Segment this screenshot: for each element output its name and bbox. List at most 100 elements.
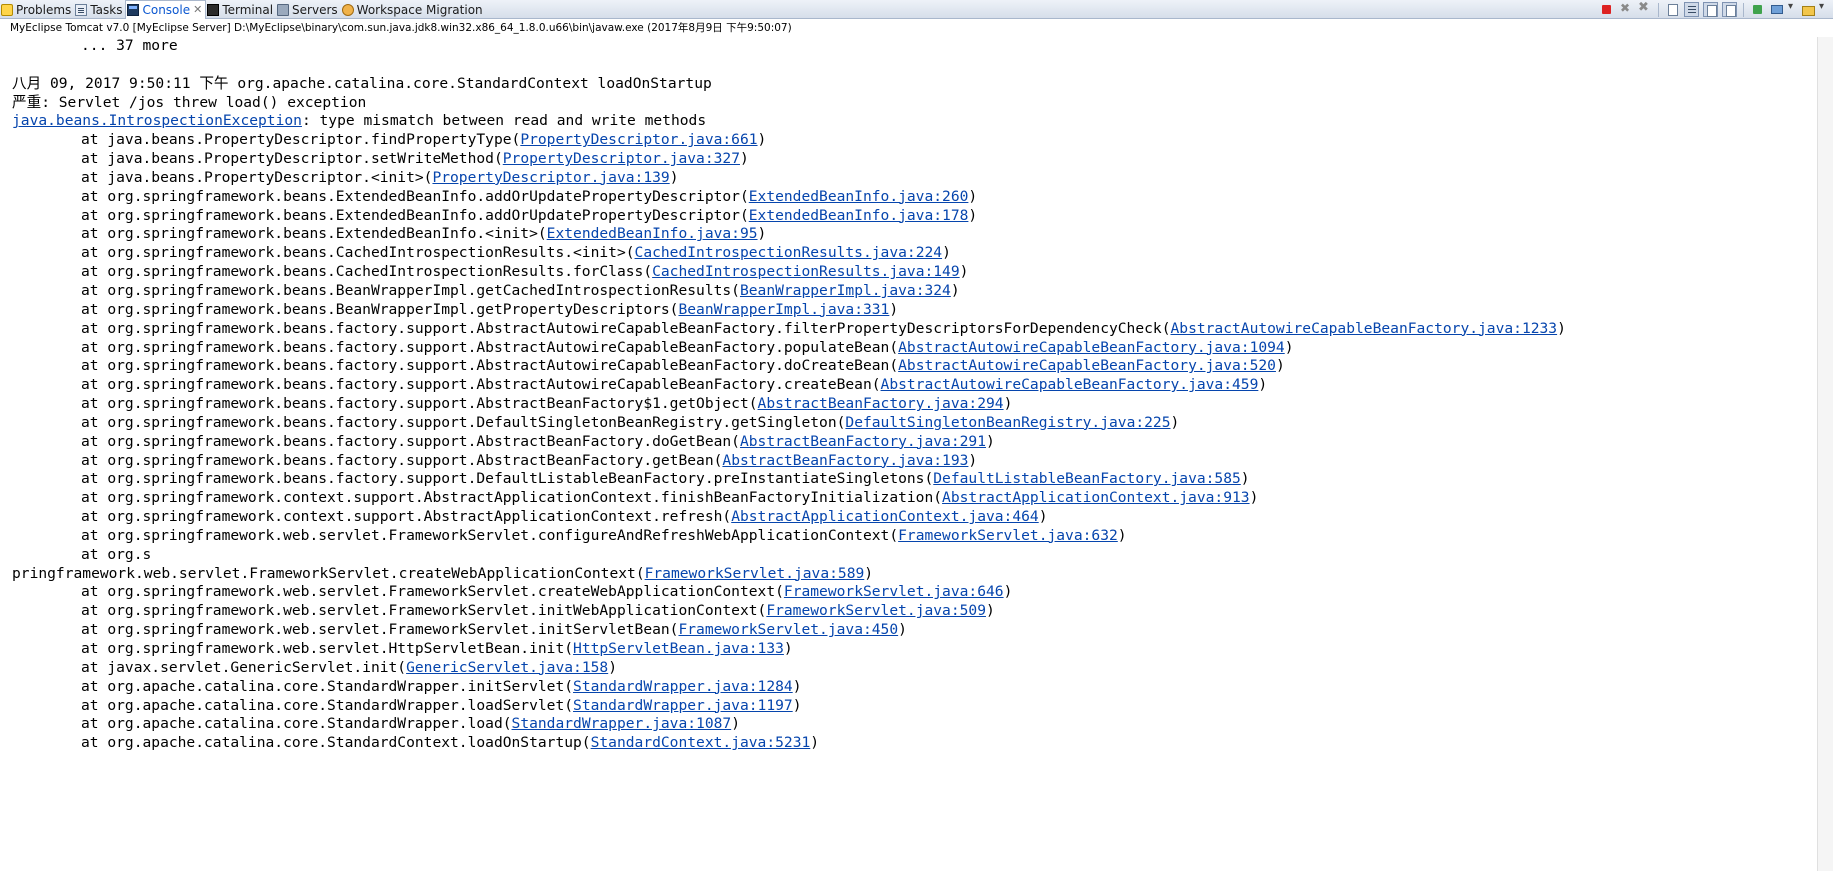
line-text: at java.beans.PropertyDescriptor.<init>( <box>81 168 433 186</box>
line-text: at org.apache.catalina.core.StandardWrap… <box>81 715 512 733</box>
line-text: at org.springframework.beans.CachedIntro… <box>81 263 653 281</box>
line-text: at org.springframework.beans.factory.sup… <box>81 451 723 469</box>
console-toolbar <box>1599 0 1827 18</box>
open-console-icon[interactable] <box>1800 2 1815 17</box>
line-text: at org.springframework.beans.factory.sup… <box>81 470 934 488</box>
source-link[interactable]: AbstractAutowireCapableBeanFactory.java:… <box>898 339 1285 356</box>
console-line: 八月 09, 2017 9:50:11 下午 org.apache.catali… <box>12 75 1827 94</box>
tab-servers[interactable]: Servers <box>276 0 341 19</box>
show-console-on-stderr-icon[interactable] <box>1722 2 1737 17</box>
line-tail: : type mismatch between read and write m… <box>301 112 707 130</box>
source-link[interactable]: DefaultSingletonBeanRegistry.java:225 <box>845 414 1170 431</box>
line-tail: ) <box>889 300 899 318</box>
tab-terminal[interactable]: Terminal <box>206 0 276 19</box>
line-tail: ) <box>1557 319 1566 337</box>
line-tail: ) <box>757 225 767 243</box>
line-tail: ) <box>1170 413 1180 431</box>
source-link[interactable]: AbstractBeanFactory.java:291 <box>740 433 986 450</box>
line-text: at java.beans.PropertyDescriptor.setWrit… <box>81 150 503 168</box>
stack-frame-line: at org.springframework.beans.ExtendedBea… <box>12 225 1827 244</box>
source-link[interactable]: PropertyDescriptor.java:139 <box>432 169 669 186</box>
view-tab-bar: Problems Tasks Console ✕ Terminal Server… <box>0 0 1833 19</box>
stack-frame-line: at org.s <box>12 546 1827 565</box>
line-tail: ) <box>985 432 995 450</box>
source-link[interactable]: CachedIntrospectionResults.java:149 <box>652 263 960 280</box>
source-link[interactable]: FrameworkServlet.java:450 <box>678 621 898 638</box>
source-link[interactable]: java.beans.IntrospectionException <box>12 112 302 129</box>
line-text: at org.springframework.beans.CachedIntro… <box>81 244 635 262</box>
source-link[interactable]: AbstractApplicationContext.java:464 <box>731 508 1039 525</box>
source-link[interactable]: AbstractAutowireCapableBeanFactory.java:… <box>1171 320 1558 337</box>
source-link[interactable]: AbstractBeanFactory.java:193 <box>722 452 968 469</box>
stack-frame-line: at org.springframework.beans.factory.sup… <box>12 339 1827 358</box>
migration-icon <box>341 3 354 16</box>
line-text: at org.springframework.beans.factory.sup… <box>81 357 899 375</box>
remove-all-terminated-icon[interactable] <box>1637 0 1652 17</box>
chevron-down-icon[interactable] <box>1788 1 1796 17</box>
source-link[interactable]: PropertyDescriptor.java:327 <box>503 150 740 167</box>
source-link[interactable]: DefaultListableBeanFactory.java:585 <box>933 470 1241 487</box>
source-link[interactable]: AbstractAutowireCapableBeanFactory.java:… <box>898 357 1276 374</box>
source-link[interactable]: HttpServletBean.java:133 <box>573 640 784 657</box>
clear-console-icon[interactable] <box>1665 2 1680 17</box>
line-text: at org.springframework.web.servlet.Frame… <box>81 526 899 544</box>
console-output[interactable]: ... 37 more 八月 09, 2017 9:50:11 下午 org.ap… <box>12 37 1827 871</box>
source-link[interactable]: CachedIntrospectionResults.java:224 <box>635 244 943 261</box>
terminal-icon <box>207 3 220 16</box>
remove-launch-icon[interactable] <box>1618 1 1633 17</box>
source-link[interactable]: StandardContext.java:5231 <box>591 734 811 751</box>
scroll-lock-icon[interactable] <box>1684 2 1699 17</box>
stack-frame-line: pringframework.web.servlet.FrameworkServ… <box>12 565 1827 584</box>
line-tail: ) <box>968 206 978 224</box>
source-link[interactable]: StandardWrapper.java:1087 <box>512 715 732 732</box>
stack-frame-line: at org.springframework.web.servlet.Frame… <box>12 602 1827 621</box>
tab-problems[interactable]: Problems <box>0 0 74 19</box>
source-link[interactable]: BeanWrapperImpl.java:324 <box>740 282 951 299</box>
source-link[interactable]: FrameworkServlet.java:589 <box>645 565 865 582</box>
tab-console[interactable]: Console ✕ <box>125 0 207 19</box>
tab-workspace-migration[interactable]: Workspace Migration <box>341 0 486 19</box>
line-tail: ) <box>950 281 960 299</box>
source-link[interactable]: GenericServlet.java:158 <box>406 659 608 676</box>
source-link[interactable]: AbstractAutowireCapableBeanFactory.java:… <box>881 376 1259 393</box>
console-line: java.beans.IntrospectionException: type … <box>12 112 1827 131</box>
line-tail: ) <box>792 677 802 695</box>
source-link[interactable]: PropertyDescriptor.java:661 <box>520 131 757 148</box>
pin-console-icon[interactable] <box>1750 2 1765 17</box>
source-link[interactable]: FrameworkServlet.java:632 <box>898 527 1118 544</box>
source-link[interactable]: AbstractBeanFactory.java:294 <box>758 395 1004 412</box>
line-text: at org.springframework.web.servlet.Frame… <box>81 602 767 620</box>
line-tail: ) <box>731 715 740 733</box>
tab-tasks[interactable]: Tasks <box>74 0 125 19</box>
source-link[interactable]: ExtendedBeanInfo.java:178 <box>749 207 969 224</box>
source-link[interactable]: StandardWrapper.java:1197 <box>573 697 793 714</box>
source-link[interactable]: BeanWrapperImpl.java:331 <box>678 301 889 318</box>
stack-frame-line: at java.beans.PropertyDescriptor.<init>(… <box>12 169 1827 188</box>
source-link[interactable]: StandardWrapper.java:1284 <box>573 678 793 695</box>
source-link[interactable]: ExtendedBeanInfo.java:260 <box>749 188 969 205</box>
view-menu-icon[interactable] <box>1819 1 1827 17</box>
tasks-icon <box>75 3 88 16</box>
stack-frame-line: at org.springframework.beans.factory.sup… <box>12 320 1827 339</box>
source-link[interactable]: FrameworkServlet.java:509 <box>766 602 986 619</box>
display-selected-console-icon[interactable] <box>1769 2 1784 17</box>
stack-frame-line: at org.springframework.beans.factory.sup… <box>12 452 1827 471</box>
terminate-icon[interactable] <box>1599 2 1614 17</box>
source-link[interactable]: AbstractApplicationContext.java:913 <box>942 489 1250 506</box>
stack-frame-line: at org.springframework.beans.ExtendedBea… <box>12 188 1827 207</box>
stack-frame-line: at org.springframework.web.servlet.Frame… <box>12 527 1827 546</box>
vertical-scrollbar[interactable] <box>1817 37 1833 871</box>
close-icon[interactable]: ✕ <box>193 1 202 19</box>
line-text: at org.s <box>81 545 152 563</box>
launch-description: MyEclipse Tomcat v7.0 [MyEclipse Server]… <box>10 22 792 34</box>
source-link[interactable]: FrameworkServlet.java:646 <box>784 583 1004 600</box>
line-text: ... 37 more <box>81 37 178 54</box>
line-text: pringframework.web.servlet.FrameworkServ… <box>12 564 645 582</box>
servers-icon <box>277 3 290 16</box>
source-link[interactable]: ExtendedBeanInfo.java:95 <box>547 225 758 242</box>
show-console-on-stdout-icon[interactable] <box>1703 2 1718 17</box>
stack-frame-line: at org.springframework.beans.factory.sup… <box>12 414 1827 433</box>
line-text: at org.springframework.context.support.A… <box>81 508 732 526</box>
line-text: at java.beans.PropertyDescriptor.findPro… <box>81 131 521 149</box>
tab-label: Servers <box>292 2 338 17</box>
